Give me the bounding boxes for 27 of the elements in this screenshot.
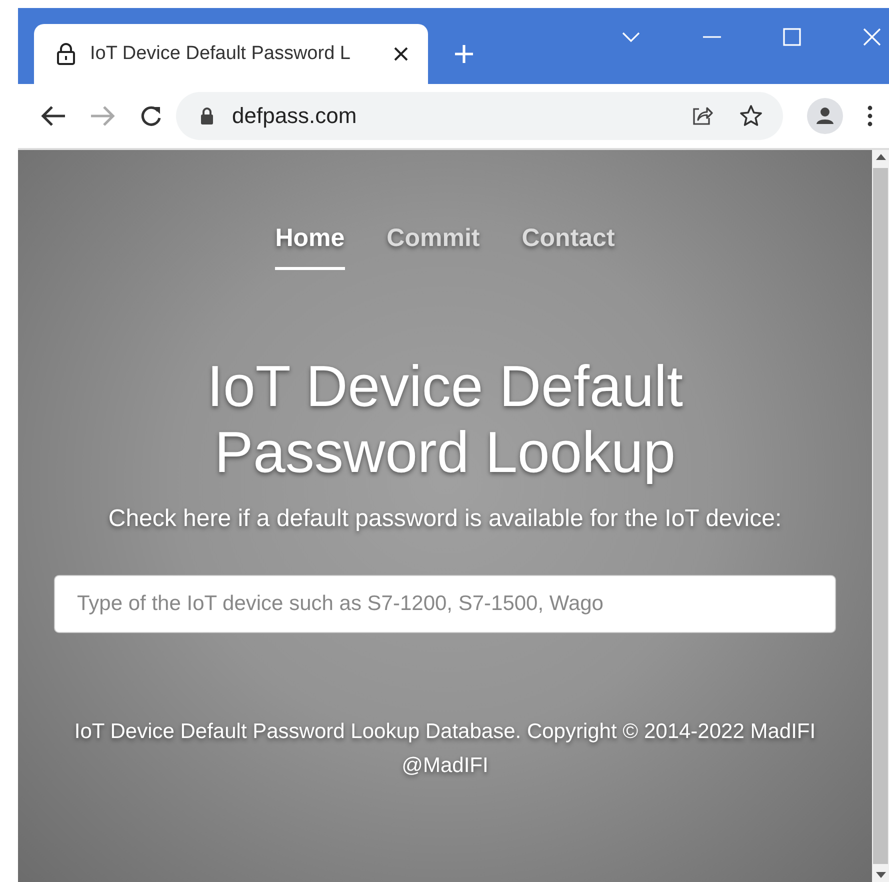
back-arrow-icon[interactable] [40, 105, 66, 127]
profile-avatar-icon[interactable] [807, 98, 843, 134]
nav-link[interactable]: Commit [386, 224, 480, 270]
padlock-icon [56, 42, 76, 66]
star-icon[interactable] [739, 104, 763, 128]
chevron-down-icon[interactable] [621, 31, 641, 43]
close-tab-icon[interactable] [394, 47, 408, 61]
scrollbar[interactable] [872, 150, 889, 882]
browser-tab[interactable]: IoT Device Default Password L [34, 24, 428, 84]
share-icon[interactable] [691, 106, 713, 126]
page-subtitle: Check here if a default password is available for the IoT device: [108, 504, 782, 534]
scrollbar-thumb[interactable] [873, 168, 888, 864]
reload-icon[interactable] [140, 105, 162, 127]
lock-icon [200, 107, 214, 125]
nav-link[interactable]: Contact [522, 224, 615, 270]
scroll-up-icon[interactable] [876, 154, 886, 160]
address-bar[interactable]: defpass.com [176, 92, 783, 140]
search-field[interactable]: Type of the IoT device such as S7-1200, S7-1500, Wago [54, 575, 836, 633]
scroll-down-icon[interactable] [876, 872, 886, 878]
close-icon[interactable] [863, 28, 881, 46]
footer-text: IoT Device Default Password Lookup Database. Copyright © 2014-2022 MadIFI @MadIFI [73, 719, 817, 779]
maximize-icon[interactable] [783, 28, 801, 46]
page-title: IoT Device Default Password Lookup [206, 354, 684, 486]
new-tab-icon[interactable] [454, 44, 474, 64]
tab-title: IoT Device Default Password L [90, 43, 352, 65]
nav-link[interactable]: Home [275, 224, 345, 270]
menu-icon[interactable] [867, 105, 873, 127]
